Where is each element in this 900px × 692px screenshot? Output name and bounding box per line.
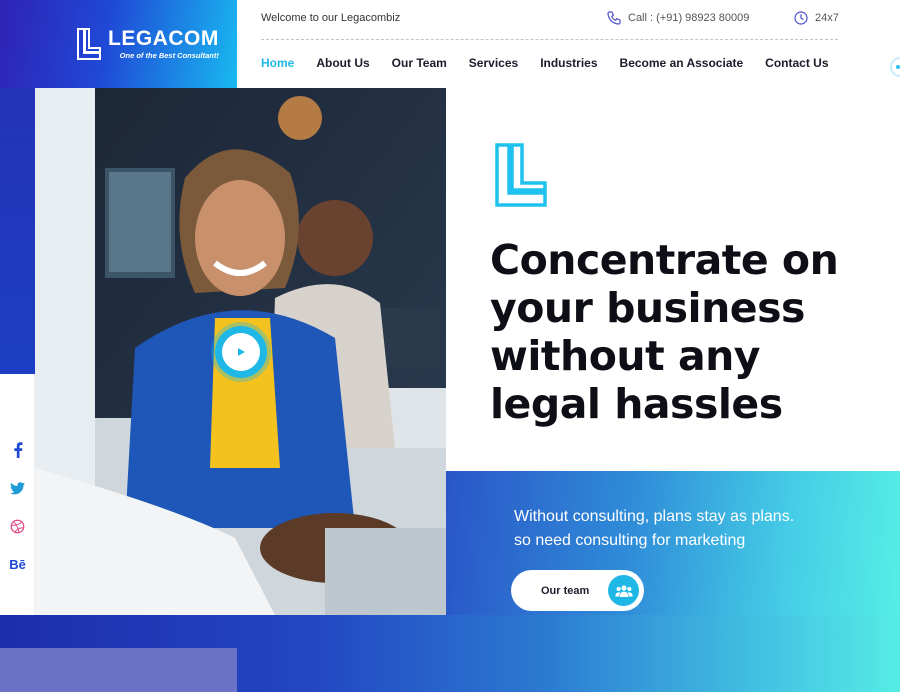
- main-nav: Home About Us Our Team Services Industri…: [261, 56, 851, 70]
- facebook-link[interactable]: [0, 439, 35, 461]
- behance-icon: Bē: [9, 556, 26, 572]
- bottom-left-panel: [0, 648, 237, 692]
- headline-line-4: legal hassles: [490, 380, 783, 428]
- facebook-icon: [13, 442, 22, 458]
- behance-link[interactable]: Bē: [0, 553, 35, 575]
- hours-text: 24x7: [815, 12, 839, 24]
- nav-our-team[interactable]: Our Team: [392, 56, 447, 70]
- hero-subtext-line-2: so need consulting for marketing: [514, 532, 746, 549]
- top-info-bar: Welcome to our Legacombiz Call : (+91) 9…: [261, 10, 839, 40]
- nav-contact-us[interactable]: Contact Us: [765, 56, 828, 70]
- hero-headline: Concentrate on your business without any…: [490, 236, 870, 428]
- logo-name: LEGACOM: [108, 27, 219, 50]
- social-sidebar: Bē: [0, 374, 35, 615]
- logo-tagline: One of the Best Consultant!: [119, 51, 219, 60]
- hours-info: 24x7: [793, 10, 839, 26]
- logo-block[interactable]: LEGACOM One of the Best Consultant!: [0, 0, 237, 88]
- twitter-link[interactable]: [0, 477, 35, 499]
- headline-line-2: your business: [490, 284, 805, 332]
- left-accent-strip: [0, 88, 35, 374]
- hero-photo: [35, 88, 446, 615]
- welcome-text: Welcome to our Legacombiz: [261, 12, 401, 24]
- call-info[interactable]: Call : (+91) 98923 80009: [606, 10, 749, 26]
- logo-icon: [77, 28, 101, 60]
- hero-subtext-line-1: Without consulting, plans stay as plans.: [514, 508, 795, 525]
- call-number: Call : (+91) 98923 80009: [628, 12, 750, 24]
- nav-about-us[interactable]: About Us: [316, 56, 369, 70]
- our-team-label: Our team: [541, 584, 590, 597]
- dribbble-link[interactable]: [0, 515, 35, 537]
- scroll-indicator[interactable]: [890, 57, 900, 77]
- play-icon: [238, 348, 245, 356]
- nav-become-associate[interactable]: Become an Associate: [620, 56, 744, 70]
- nav-industries[interactable]: Industries: [540, 56, 597, 70]
- twitter-icon: [10, 481, 25, 494]
- clock-icon: [794, 11, 808, 25]
- nav-services[interactable]: Services: [469, 56, 518, 70]
- nav-home[interactable]: Home: [261, 56, 294, 70]
- team-group-icon: [608, 575, 639, 606]
- phone-icon: [607, 11, 621, 25]
- headline-line-1: Concentrate on: [490, 236, 839, 284]
- video-play-button[interactable]: [215, 326, 267, 378]
- our-team-button[interactable]: Our team: [511, 570, 644, 611]
- brand-l-icon: [495, 143, 547, 207]
- headline-line-3: without any: [490, 332, 761, 380]
- dribbble-icon: [10, 519, 25, 533]
